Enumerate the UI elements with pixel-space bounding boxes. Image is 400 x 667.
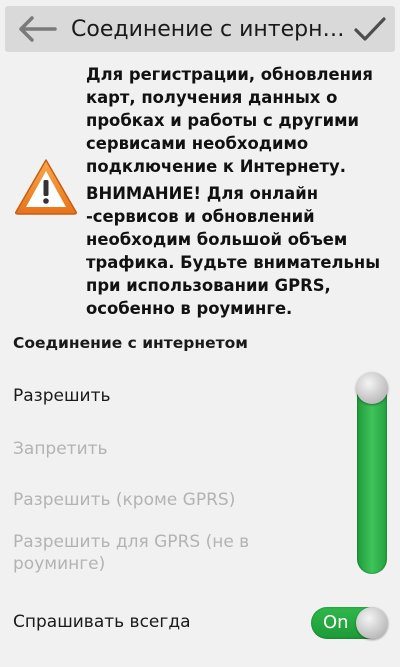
toggle-knob	[356, 607, 388, 639]
connection-mode-slider[interactable]	[357, 374, 387, 574]
back-arrow-icon	[19, 16, 57, 42]
ask-always-label: Спрашивать всегда	[13, 612, 191, 632]
back-button[interactable]	[5, 6, 69, 52]
confirm-button[interactable]	[345, 6, 395, 52]
warning-paragraph-traffic: ВНИМАНИЕ! Для онлайн -сервисов и обновле…	[86, 184, 381, 318]
option-allow-gprs-no-roaming[interactable]: Разрешить для GPRS (не в роуминге)	[13, 531, 303, 575]
toggle-state-text: On	[323, 612, 349, 633]
warning-icon	[15, 159, 77, 215]
warning-paragraph-connection: Для регистрации, обновления карт, получе…	[86, 65, 373, 176]
option-allow-except-gprs[interactable]: Разрешить (кроме GPRS)	[13, 489, 235, 511]
ask-always-toggle[interactable]: On	[311, 607, 388, 639]
slider-knob[interactable]	[356, 372, 388, 404]
page-title: Соединение с интерне..	[71, 16, 345, 42]
warning-message: Для регистрации, обновления карт, получе…	[86, 63, 392, 320]
option-allow[interactable]: Разрешить	[13, 385, 110, 407]
section-title: Соединение с интернетом	[13, 334, 248, 352]
checkmark-icon	[354, 17, 386, 41]
title-bar: Соединение с интерне..	[5, 6, 395, 52]
option-deny[interactable]: Запретить	[13, 438, 108, 460]
